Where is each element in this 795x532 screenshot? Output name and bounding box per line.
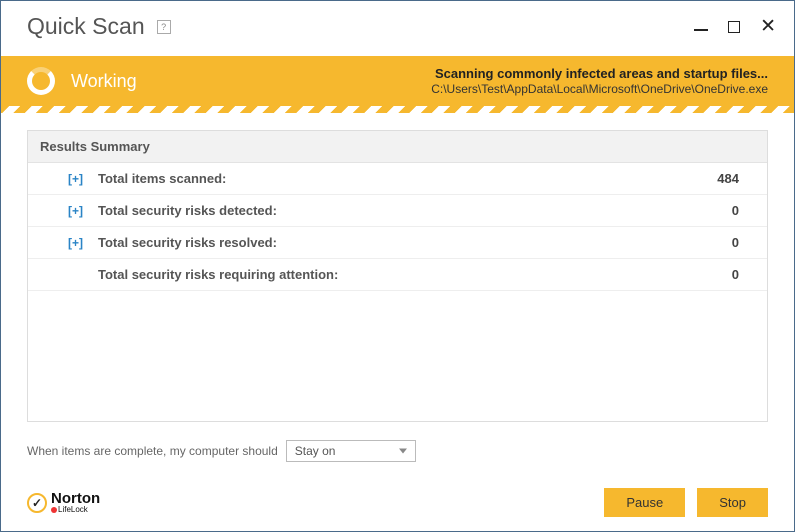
- pause-button[interactable]: Pause: [604, 488, 685, 517]
- result-label: Total security risks resolved:: [98, 235, 732, 250]
- expand-icon[interactable]: [+]: [68, 204, 88, 218]
- help-icon[interactable]: ?: [157, 20, 171, 34]
- results-summary: Results Summary [+] Total items scanned:…: [27, 130, 768, 422]
- result-label: Total security risks detected:: [98, 203, 732, 218]
- completion-prompt: When items are complete, my computer sho…: [27, 444, 278, 458]
- progress-stripe: [1, 106, 794, 114]
- window-title: Quick Scan: [27, 13, 145, 40]
- completion-selected: Stay on: [295, 444, 336, 458]
- logo-subtext: LifeLock: [51, 506, 100, 514]
- maximize-button[interactable]: [728, 21, 740, 33]
- status-path: C:\Users\Test\AppData\Local\Microsoft\On…: [431, 82, 768, 96]
- status-label: Working: [71, 71, 137, 92]
- results-header: Results Summary: [28, 131, 767, 163]
- expand-icon[interactable]: [+]: [68, 172, 88, 186]
- completion-dropdown[interactable]: Stay on: [286, 440, 416, 462]
- status-headline: Scanning commonly infected areas and sta…: [431, 66, 768, 81]
- stop-button[interactable]: Stop: [697, 488, 768, 517]
- norton-logo: ✓ Norton LifeLock: [27, 491, 100, 514]
- result-row-resolved: [+] Total security risks resolved: 0: [28, 227, 767, 259]
- result-row-detected: [+] Total security risks detected: 0: [28, 195, 767, 227]
- result-value: 0: [732, 267, 755, 282]
- result-value: 484: [717, 171, 755, 186]
- titlebar: Quick Scan ? ✕: [1, 1, 794, 56]
- status-band: Working Scanning commonly infected areas…: [1, 56, 794, 106]
- results-empty-area: [28, 291, 767, 421]
- close-button[interactable]: ✕: [760, 21, 776, 33]
- expand-icon[interactable]: [+]: [68, 236, 88, 250]
- minimize-button[interactable]: [694, 23, 708, 31]
- result-row-attention: Total security risks requiring attention…: [28, 259, 767, 291]
- result-value: 0: [732, 203, 755, 218]
- logo-text: Norton: [51, 491, 100, 506]
- result-label: Total security risks requiring attention…: [98, 267, 732, 282]
- result-label: Total items scanned:: [98, 171, 717, 186]
- result-row-scanned: [+] Total items scanned: 484: [28, 163, 767, 195]
- spinner-icon: [27, 67, 55, 95]
- checkmark-icon: ✓: [27, 493, 47, 513]
- result-value: 0: [732, 235, 755, 250]
